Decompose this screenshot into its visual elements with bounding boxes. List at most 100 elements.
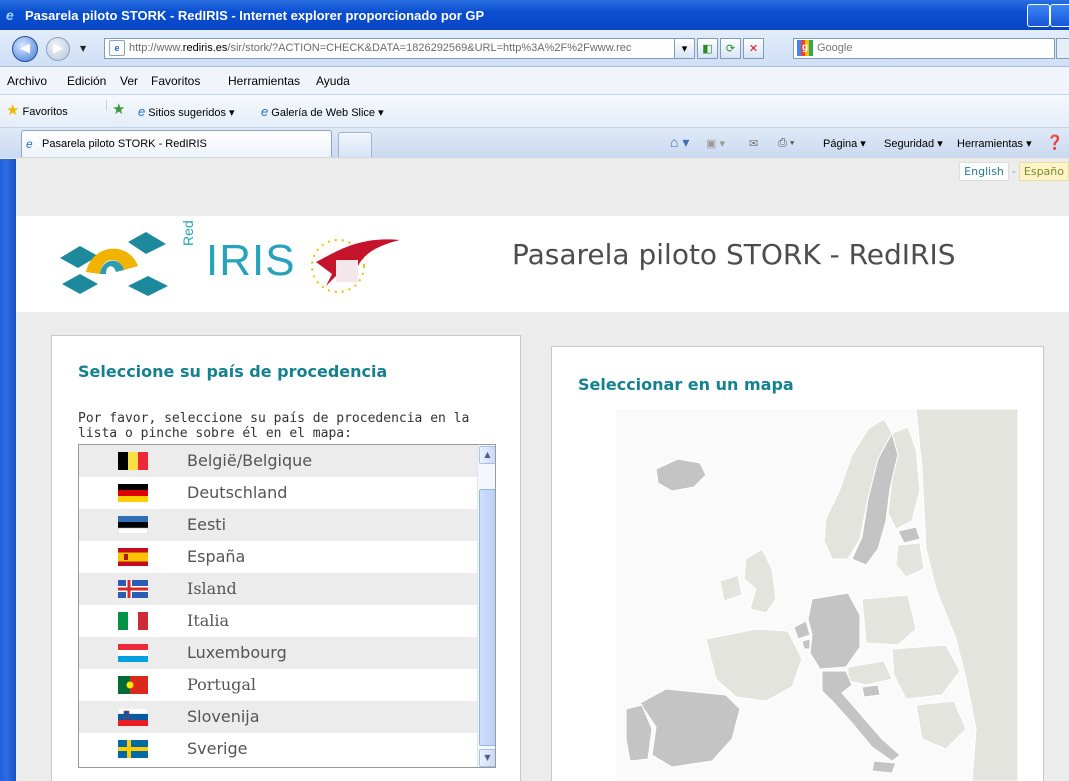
country-name: Island (187, 579, 237, 598)
map-germany[interactable] (807, 592, 861, 670)
scroll-up-icon[interactable]: ▲ (479, 446, 495, 464)
mail-icon[interactable]: ✉ (749, 137, 758, 150)
address-dropdown-button[interactable]: ▾ (674, 38, 695, 59)
iris-label: IRIS (206, 236, 296, 285)
tab-stork[interactable]: e Pasarela piloto STORK - RedIRIS (21, 130, 332, 157)
list-item[interactable]: Sverige (79, 733, 477, 765)
country-name: Luxembourg (187, 643, 287, 662)
security-menu[interactable]: Seguridad ▾ (884, 137, 943, 150)
flag-iceland-icon (118, 580, 148, 598)
country-name: Italia (187, 611, 230, 630)
search-input[interactable]: g Google (793, 38, 1055, 59)
scroll-down-icon[interactable]: ▼ (479, 749, 495, 767)
ie-icon: e (6, 7, 14, 23)
print-icon[interactable]: ⎙ ▾ (778, 137, 794, 150)
country-name: Eesti (187, 515, 227, 534)
window-title-bar: e Pasarela piloto STORK - RedIRIS - Inte… (0, 0, 1069, 30)
suggested-sites-button[interactable]: e Sitios sugeridos ▾ (138, 104, 235, 119)
site-title: Pasarela piloto STORK - RedIRIS (512, 238, 956, 271)
menu-ayuda[interactable]: Ayuda (316, 74, 350, 88)
add-to-favorites-bar-icon[interactable]: ★ (112, 100, 125, 118)
tab-title: Pasarela piloto STORK - RedIRIS (42, 138, 207, 150)
home-icon[interactable]: ⌂ ▾ (670, 134, 689, 151)
flag-spain-icon (118, 548, 148, 566)
country-panel: Seleccione su país de procedencia Por fa… (51, 335, 521, 781)
favorites-button[interactable]: ★ Favoritos (6, 101, 68, 119)
refresh-icon[interactable]: ⟳ (720, 38, 741, 59)
map-panel: Seleccionar en un mapa (551, 346, 1044, 781)
list-item[interactable]: Italia (79, 605, 477, 637)
country-name: España (187, 547, 246, 566)
flag-belgium-icon (118, 452, 148, 470)
europe-map[interactable] (616, 409, 1018, 781)
address-field[interactable]: e http://www.rediris.es/sir/stork/?ACTION… (104, 38, 694, 59)
web-slice-gallery-button[interactable]: e Galería de Web Slice ▾ (261, 104, 384, 119)
list-item[interactable]: Eesti (79, 509, 477, 541)
tools-menu[interactable]: Herramientas ▾ (957, 137, 1032, 150)
tab-row: e Pasarela piloto STORK - RedIRIS ⌂ ▾ ▣ … (0, 128, 1069, 158)
list-item[interactable]: España (79, 541, 477, 573)
page-icon: e (109, 40, 125, 57)
list-scrollbar[interactable]: ▲ ▼ (477, 445, 495, 767)
url-domain: rediris.es (182, 42, 228, 54)
country-name: Sverige (187, 739, 248, 758)
flag-sweden-icon (118, 740, 148, 758)
menu-herramientas[interactable]: Herramientas (228, 74, 300, 88)
list-item[interactable]: België/Belgique (79, 445, 477, 477)
ie-icon: e (26, 137, 33, 151)
flag-italy-icon (118, 612, 148, 630)
country-list[interactable]: België/Belgique Deutschland Eesti España… (78, 444, 496, 768)
language-english[interactable]: English (959, 162, 1009, 181)
search-button[interactable] (1056, 38, 1069, 59)
menu-favoritos[interactable]: Favoritos (151, 74, 200, 88)
list-item[interactable]: Luxembourg (79, 637, 477, 669)
country-name: Slovenija (187, 707, 260, 726)
menu-edicion[interactable]: Edición (67, 74, 106, 88)
window-left-border (0, 159, 16, 781)
help-icon[interactable]: ❓ (1046, 134, 1063, 151)
list-item[interactable]: Portugal (79, 669, 477, 701)
red-label: Red (180, 220, 196, 246)
favorites-bar: ★ Favoritos | ★ e Sitios sugeridos ▾ e G… (0, 95, 1069, 128)
scroll-thumb[interactable] (479, 489, 495, 746)
instructions-text: Por favor, seleccione su país de procede… (78, 411, 470, 441)
flag-slovenia-icon (118, 708, 148, 726)
window-title: Pasarela piloto STORK - RedIRIS - Intern… (25, 8, 485, 23)
history-dropdown-icon[interactable]: ▼ (80, 44, 86, 53)
country-panel-title: Seleccione su país de procedencia (78, 362, 388, 381)
back-button[interactable]: ◀ (12, 36, 38, 62)
list-item[interactable]: Deutschland (79, 477, 477, 509)
country-name: Deutschland (187, 483, 288, 502)
menu-ver[interactable]: Ver (120, 74, 138, 88)
maximize-button[interactable] (1050, 4, 1069, 27)
site-header: Red IRIS Pasarela piloto STORK - RedIRIS (16, 216, 1069, 312)
flag-portugal-icon (118, 676, 148, 694)
menu-archivo[interactable]: Archivo (7, 74, 47, 88)
map-luxembourg[interactable] (801, 638, 811, 650)
ie-icon: e (261, 104, 269, 119)
separator: | (105, 99, 108, 111)
map-sicily[interactable] (871, 760, 897, 774)
web-page: English - Españo Red IRIS Pasarela piloto … (16, 159, 1069, 781)
minimize-button[interactable] (1027, 4, 1050, 27)
stop-icon[interactable]: ✕ (743, 38, 764, 59)
url-path: /sir/stork/?ACTION=CHECK&DATA=1826292569… (227, 42, 632, 54)
favorites-label: Favoritos (22, 106, 68, 118)
page-menu[interactable]: Página ▾ (823, 137, 866, 150)
url-prefix: http://www. (129, 42, 183, 54)
language-separator: - (1011, 165, 1016, 178)
forward-button[interactable]: ▶ (46, 37, 70, 61)
list-item[interactable]: Slovenija (79, 701, 477, 733)
feeds-icon[interactable]: ▣ ▾ (706, 137, 725, 150)
language-spanish[interactable]: Españo (1018, 162, 1069, 181)
list-item[interactable]: Island (79, 573, 477, 605)
flag-luxembourg-icon (118, 644, 148, 662)
map-slovenia[interactable] (861, 684, 881, 698)
search-placeholder: Google (817, 42, 853, 54)
favorites-star-icon: ★ (6, 102, 20, 119)
address-toolbar: ◀ ▶ ▼ e http://www.rediris.es/sir/stork/?… (0, 30, 1069, 67)
new-tab-button[interactable] (338, 132, 372, 157)
compatibility-view-icon[interactable]: ◧ (697, 38, 718, 59)
ie-icon: e (138, 104, 146, 119)
suggested-sites-label: Sitios sugeridos ▾ (148, 107, 235, 119)
